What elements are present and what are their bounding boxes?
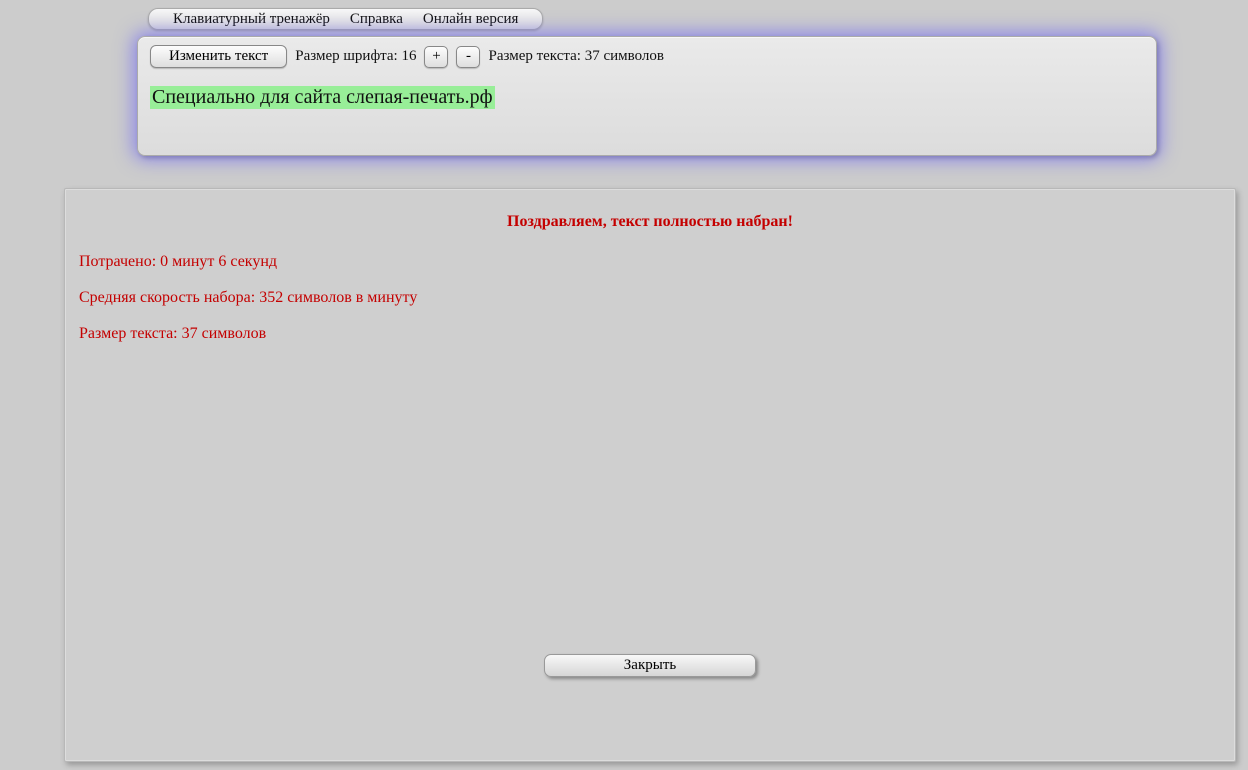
- font-size-label: Размер шрифта: 16: [295, 48, 416, 65]
- menu-item-help[interactable]: Справка: [340, 11, 413, 28]
- stat-time: Потрачено: 0 минут 6 секунд: [79, 253, 1221, 271]
- stat-size: Размер текста: 37 символов: [79, 325, 1221, 343]
- stat-speed: Средняя скорость набора: 352 символов в …: [79, 289, 1221, 307]
- change-text-button[interactable]: Изменить текст: [150, 45, 287, 68]
- typing-panel: Изменить текст Размер шрифта: 16 + - Раз…: [137, 36, 1157, 156]
- font-size-value: 16: [401, 48, 416, 64]
- font-decrease-button[interactable]: -: [456, 46, 480, 68]
- result-panel: Поздравляем, текст полностью набран! Пот…: [64, 188, 1236, 762]
- toolbar: Изменить текст Размер шрифта: 16 + - Раз…: [150, 45, 1144, 68]
- font-increase-button[interactable]: +: [424, 46, 448, 68]
- menu-item-trainer[interactable]: Клавиатурный тренажёр: [163, 11, 340, 28]
- font-size-label-text: Размер шрифта:: [295, 48, 401, 64]
- menu-item-online[interactable]: Онлайн версия: [413, 11, 529, 28]
- close-button[interactable]: Закрыть: [544, 654, 756, 677]
- text-size-label: Размер текста: 37 символов: [488, 48, 664, 65]
- menu-bar: Клавиатурный тренажёр Справка Онлайн вер…: [148, 8, 543, 30]
- typed-text: Специально для сайта слепая-печать.рф: [150, 86, 495, 109]
- congrats-message: Поздравляем, текст полностью набран!: [79, 213, 1221, 231]
